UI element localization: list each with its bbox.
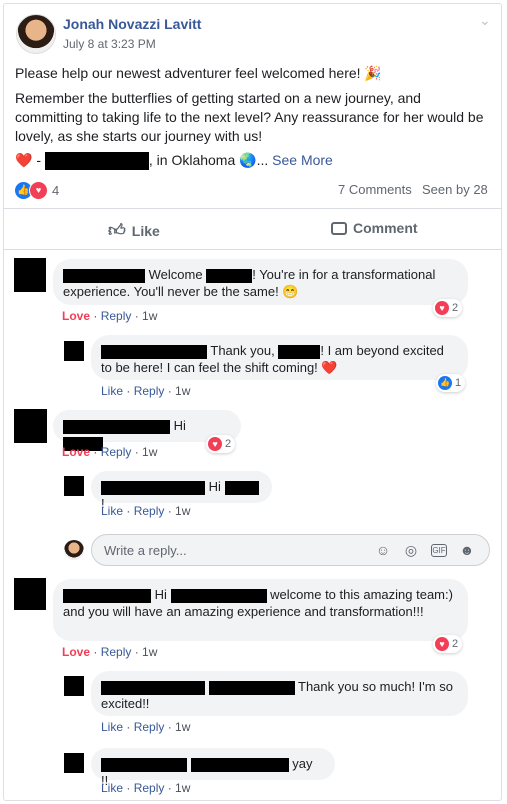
comment-bubble: Welcome ! You're in for a transformation…: [53, 259, 468, 305]
location-prefix: ❤️ -: [15, 152, 41, 168]
divider: [4, 249, 502, 250]
like-link[interactable]: Like: [101, 384, 123, 398]
comment-actions: Like · Reply · 1w: [101, 781, 191, 795]
author-avatar[interactable]: [16, 14, 56, 54]
love-link[interactable]: Love: [62, 445, 90, 459]
reaction-badge[interactable]: ♥ 2: [433, 299, 463, 317]
comment-time[interactable]: 1w: [175, 720, 190, 734]
camera-icon[interactable]: ◎: [403, 542, 419, 558]
comment-actions: Like · Reply · 1w: [101, 504, 191, 518]
comment-actions: Like · Reply · 1w: [101, 384, 191, 398]
post-timestamp[interactable]: July 8 at 3:23 PM: [63, 37, 156, 51]
gif-icon[interactable]: GIF: [431, 544, 447, 557]
redacted-name: [208, 680, 295, 695]
comment-text: Hi: [154, 587, 167, 602]
reaction-badge[interactable]: ♥ 2: [206, 435, 236, 453]
divider: [4, 208, 502, 209]
reply-link[interactable]: Reply: [134, 504, 165, 518]
comment-actions: Love · Reply · 1w: [62, 445, 158, 459]
emoji-icon[interactable]: ☺: [375, 542, 391, 558]
redacted-name: [224, 480, 259, 495]
location-text: , in Oklahoma 🌏...: [148, 152, 269, 168]
comment-actions: Love · Reply · 1w: [62, 309, 158, 323]
redacted-name: [63, 588, 151, 603]
like-thumb-icon: 👍: [438, 376, 452, 390]
heart-icon: ♥: [208, 437, 222, 451]
redacted-name: [44, 152, 149, 171]
comment-text: Hi: [208, 479, 221, 494]
love-link[interactable]: Love: [62, 309, 90, 323]
comment-label: Comment: [353, 220, 418, 236]
commenter-avatar[interactable]: [14, 409, 47, 443]
love-reaction-icon: ♥: [29, 181, 48, 200]
comment-bubble: Thank you, ! I am beyond excited to be h…: [91, 335, 468, 380]
commenter-avatar[interactable]: [14, 578, 46, 610]
like-button[interactable]: 👍︎ Like: [108, 220, 160, 241]
seen-by[interactable]: Seen by 28: [422, 182, 488, 197]
redacted-name: [278, 344, 321, 359]
see-more-link[interactable]: See More: [272, 152, 333, 168]
reaction-badge[interactable]: 👍 1: [436, 374, 466, 392]
reply-input[interactable]: Write a reply... ☺ ◎ GIF ☻: [91, 534, 490, 566]
post-paragraph-1: Please help our newest adventurer feel w…: [15, 65, 382, 81]
comment-time[interactable]: 1w: [175, 781, 190, 795]
commenter-avatar[interactable]: [64, 341, 84, 361]
chevron-down-icon[interactable]: ⌄: [479, 13, 491, 27]
comment-time[interactable]: 1w: [142, 309, 157, 323]
reply-link[interactable]: Reply: [101, 645, 132, 659]
reply-link[interactable]: Reply: [134, 781, 165, 795]
like-link[interactable]: Like: [101, 504, 123, 518]
reply-link[interactable]: Reply: [101, 309, 132, 323]
comments-count[interactable]: 7 Comments: [338, 182, 412, 197]
comment-bubble: Hi welcome to this amazing team:) and yo…: [53, 579, 468, 641]
reaction-summary[interactable]: 👍 ♥ 4: [15, 181, 59, 200]
heart-icon: ♥: [435, 301, 449, 315]
comment-actions: Like · Reply · 1w: [101, 720, 191, 734]
redacted-name: [101, 344, 207, 359]
author-name[interactable]: Jonah Novazzi Lavitt: [63, 16, 201, 32]
comment-bubble: Hi !: [91, 471, 272, 511]
redacted-name: [170, 588, 267, 603]
redacted-name: [63, 419, 170, 434]
comment-button[interactable]: Comment: [331, 220, 418, 236]
reply-link[interactable]: Reply: [101, 445, 132, 459]
comment-time[interactable]: 1w: [175, 384, 190, 398]
commenter-avatar[interactable]: [64, 676, 84, 696]
redacted-name: [101, 757, 187, 772]
comment-time[interactable]: 1w: [142, 645, 157, 659]
love-link[interactable]: Love: [62, 645, 90, 659]
commenter-avatar[interactable]: [64, 476, 84, 496]
redacted-name: [206, 268, 253, 283]
comment-icon: [331, 221, 347, 235]
comment-text: Welcome: [148, 267, 203, 282]
reply-placeholder: Write a reply...: [104, 543, 187, 558]
comment-time[interactable]: 1w: [175, 504, 190, 518]
current-user-avatar[interactable]: [64, 540, 84, 560]
redacted-name: [101, 680, 205, 695]
comment-bubble: Thank you so much! I'm so excited!!: [91, 671, 468, 716]
comment-text: Thank you,: [210, 343, 275, 358]
comment-actions: Love · Reply · 1w: [62, 645, 158, 659]
comment-time[interactable]: 1w: [142, 445, 157, 459]
comment-text: Hi: [173, 418, 186, 433]
like-link[interactable]: Like: [101, 720, 123, 734]
reaction-count: 4: [52, 183, 60, 198]
like-label: Like: [131, 222, 160, 239]
sticker-icon[interactable]: ☻: [459, 542, 475, 558]
like-thumb-icon: 👍︎: [108, 221, 126, 240]
post-paragraph-2: Remember the butterflies of getting star…: [15, 90, 484, 144]
redacted-name: [101, 480, 205, 495]
comment-bubble: yay !!: [91, 748, 335, 788]
reaction-badge[interactable]: ♥ 2: [433, 635, 463, 653]
commenter-avatar[interactable]: [14, 258, 46, 292]
redacted-name: [63, 268, 145, 283]
reply-link[interactable]: Reply: [134, 720, 165, 734]
like-link[interactable]: Like: [101, 781, 123, 795]
reply-link[interactable]: Reply: [134, 384, 165, 398]
post-location-line: ❤️ - , in Oklahoma 🌏... See More: [15, 151, 333, 171]
commenter-avatar[interactable]: [64, 753, 84, 773]
redacted-name: [190, 757, 289, 772]
heart-icon: ♥: [435, 637, 449, 651]
